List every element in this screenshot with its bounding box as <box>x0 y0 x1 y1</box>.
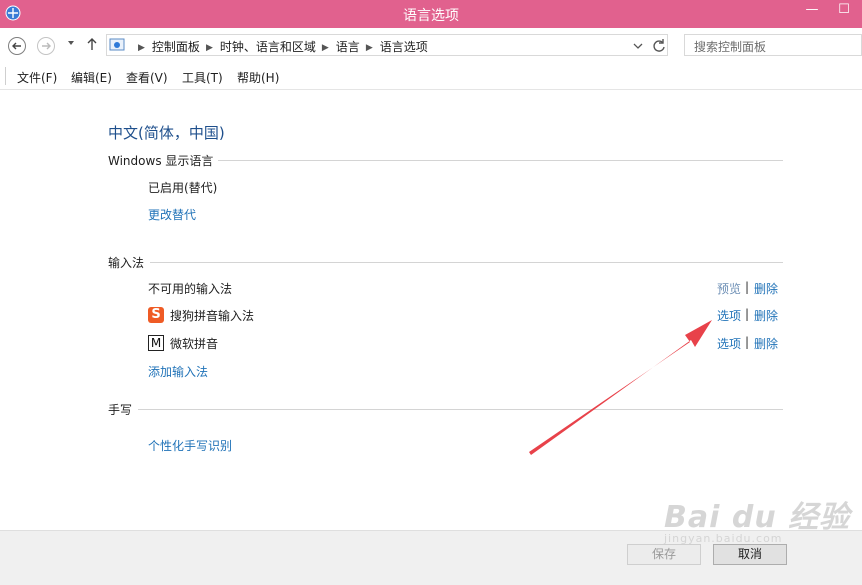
breadcrumb-separator-icon: ▶ <box>205 43 213 53</box>
menu-bar: 文件(F) 编辑(E) 查看(V) 工具(T) 帮助(H) <box>0 62 862 90</box>
maximize-button[interactable]: ☐ <box>830 0 858 22</box>
address-bar[interactable]: ▶ 控制面板 ▶ 时钟、语言和区域 ▶ 语言 ▶ 语言选项 <box>106 34 668 56</box>
menu-file[interactable]: 文件(F) <box>17 69 57 86</box>
menu-edit[interactable]: 编辑(E) <box>71 69 112 86</box>
up-arrow-icon[interactable] <box>85 36 99 52</box>
breadcrumb-item-language[interactable]: 语言 <box>336 38 360 55</box>
menu-help[interactable]: 帮助(H) <box>237 69 279 86</box>
link-separator: | <box>745 307 750 321</box>
forward-button[interactable] <box>37 37 55 55</box>
remove-link-sogou[interactable]: 删除 <box>754 307 778 324</box>
cancel-button[interactable]: 取消 <box>713 544 787 565</box>
breadcrumb: ▶ 控制面板 ▶ 时钟、语言和区域 ▶ 语言 ▶ 语言选项 <box>132 38 428 55</box>
menu-grip <box>5 67 6 85</box>
refresh-icon[interactable] <box>651 38 667 54</box>
section-input-methods: 输入法 <box>108 256 145 270</box>
back-arrow-icon <box>12 42 21 50</box>
display-language-status: 已启用(替代) <box>148 181 218 195</box>
chevron-down-icon[interactable] <box>66 38 76 48</box>
menu-view[interactable]: 查看(V) <box>126 69 168 86</box>
back-button[interactable] <box>8 37 26 55</box>
breadcrumb-item-clock-language-region[interactable]: 时钟、语言和区域 <box>220 38 316 55</box>
ime-name-unavailable: 不可用的输入法 <box>148 282 233 296</box>
remove-link-unavailable[interactable]: 删除 <box>754 280 778 297</box>
section-divider <box>150 262 783 263</box>
address-row: ▶ 控制面板 ▶ 时钟、语言和区域 ▶ 语言 ▶ 语言选项 搜索控制面板 <box>0 28 862 62</box>
breadcrumb-separator-icon: ▶ <box>321 43 329 53</box>
minimize-button[interactable]: — <box>798 0 826 22</box>
sogou-icon: S <box>148 307 164 323</box>
chevron-down-icon[interactable] <box>633 41 643 51</box>
save-button[interactable]: 保存 <box>627 544 701 565</box>
personalize-handwriting-link[interactable]: 个性化手写识别 <box>148 437 232 454</box>
search-input[interactable]: 搜索控制面板 <box>684 34 862 56</box>
options-link-sogou[interactable]: 选项 <box>717 307 741 324</box>
section-display-language: Windows 显示语言 <box>108 154 214 168</box>
breadcrumb-separator-icon: ▶ <box>138 43 145 53</box>
control-panel-icon <box>109 38 125 51</box>
footer-bar: 保存 取消 <box>0 530 862 585</box>
breadcrumb-item-control-panel[interactable]: 控制面板 <box>152 38 200 55</box>
page-title: 中文(简体，中国) <box>108 124 225 142</box>
ime-name-sogou: 搜狗拼音输入法 <box>170 309 255 323</box>
section-divider <box>218 160 783 161</box>
title-bar: 语言选项 — ☐ <box>0 0 862 28</box>
breadcrumb-item-language-options[interactable]: 语言选项 <box>380 38 428 55</box>
main-content: 中文(简体，中国) Windows 显示语言 已启用(替代) 更改替代 输入法 … <box>0 90 862 530</box>
section-divider <box>138 409 783 410</box>
link-separator: | <box>745 335 750 349</box>
remove-link-microsoft-pinyin[interactable]: 删除 <box>754 335 778 352</box>
microsoft-pinyin-icon: M <box>148 335 164 351</box>
preview-link[interactable]: 预览 <box>717 280 741 297</box>
menu-tools[interactable]: 工具(T) <box>182 69 223 86</box>
ime-name-microsoft-pinyin: 微软拼音 <box>170 337 219 351</box>
change-override-link[interactable]: 更改替代 <box>148 206 196 223</box>
options-link-microsoft-pinyin[interactable]: 选项 <box>717 335 741 352</box>
link-separator: | <box>745 280 750 294</box>
forward-arrow-icon <box>42 42 51 50</box>
breadcrumb-separator-icon: ▶ <box>365 43 373 53</box>
section-handwriting: 手写 <box>108 403 133 417</box>
add-input-method-link[interactable]: 添加输入法 <box>148 363 208 380</box>
window-title: 语言选项 <box>403 8 459 24</box>
